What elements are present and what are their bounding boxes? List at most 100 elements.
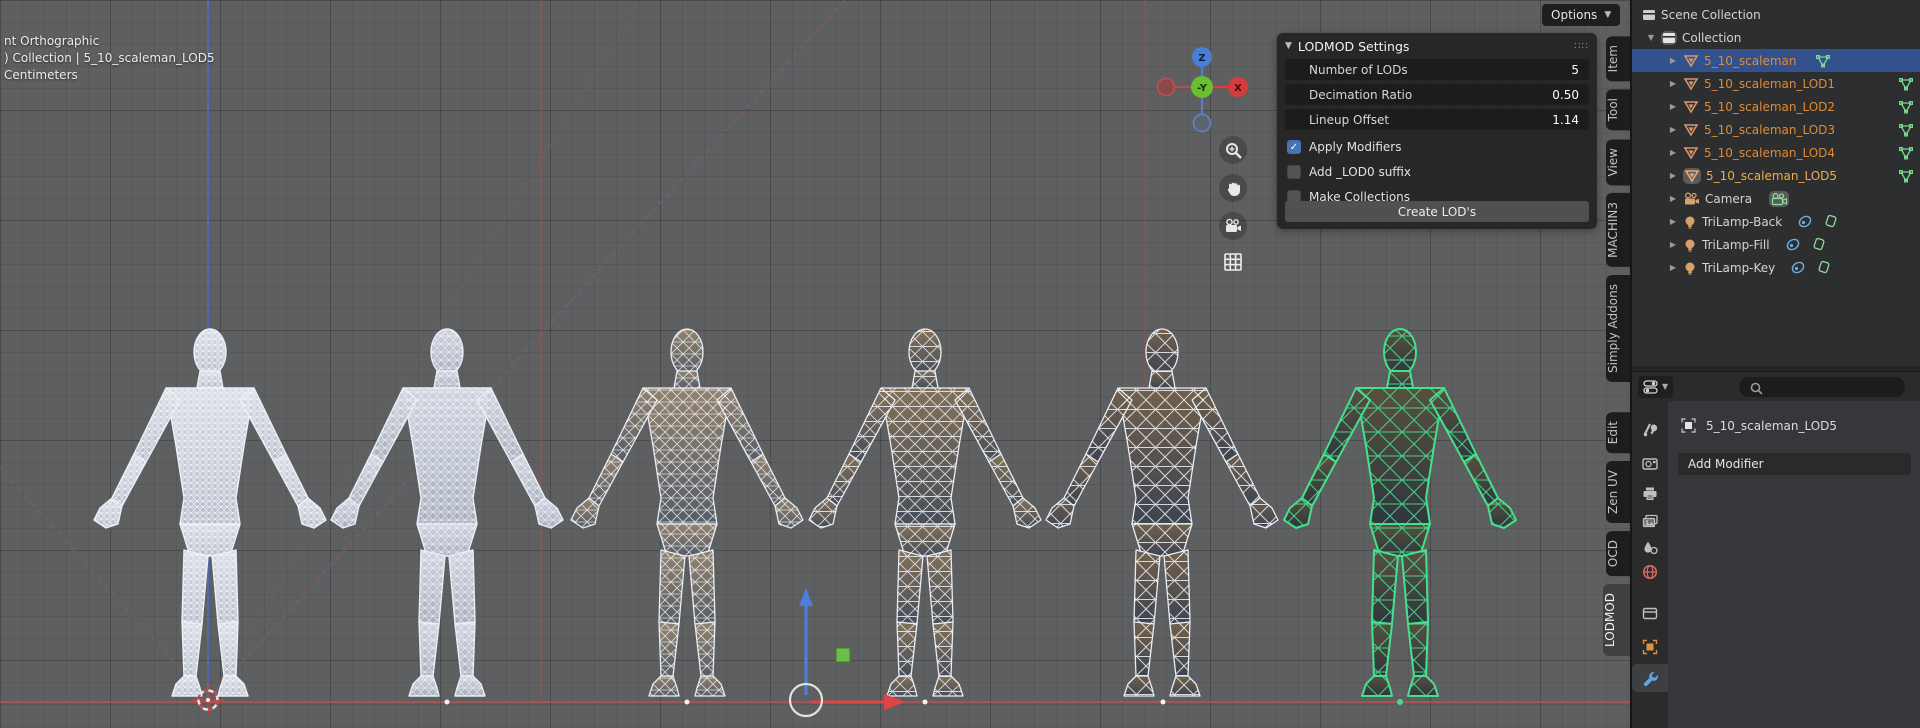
tab-machin3[interactable]: MACHIN3 — [1606, 193, 1632, 268]
svg-text:-Y: -Y — [1197, 83, 1208, 94]
add-lod0-suffix-checkbox[interactable] — [1287, 165, 1301, 179]
render-camera-icon — [1642, 458, 1658, 470]
disclosure-closed-icon[interactable]: ▶ — [1668, 102, 1678, 111]
camera-data-icon[interactable] — [1769, 190, 1790, 207]
disclosure-closed-icon[interactable]: ▶ — [1668, 194, 1678, 203]
viewport-overlay-text: nt Orthographic ) Collection | 5_10_scal… — [4, 33, 215, 84]
number-of-lods-field[interactable]: Number of LODs 5 — [1285, 59, 1589, 80]
disclosure-closed-icon[interactable]: ▶ — [1668, 217, 1678, 226]
mesh-data-icon[interactable] — [1898, 146, 1914, 160]
outliner-row-scaleman-lod3[interactable]: ▶ 5_10_scaleman_LOD3 — [1632, 118, 1920, 141]
magnifier-plus-icon — [1225, 142, 1242, 159]
mesh-data-icon[interactable] — [1898, 169, 1914, 183]
figure-lod3[interactable] — [808, 328, 1042, 697]
move-gizmo[interactable] — [788, 588, 906, 718]
navigation-gizmo[interactable]: Z X -Y — [1152, 37, 1257, 142]
add-modifier-button[interactable]: Add Modifier — [1678, 453, 1911, 475]
lineup-offset-field[interactable]: Lineup Offset 1.14 — [1285, 109, 1589, 130]
outliner[interactable]: Scene Collection ▼ Collection ▶ 5_10_sca… — [1632, 0, 1920, 366]
mesh-data-icon[interactable] — [1815, 54, 1831, 68]
wrench-icon — [1643, 671, 1658, 686]
tab-item[interactable]: Item — [1606, 36, 1632, 82]
tab-tool[interactable]: Tool — [1606, 89, 1632, 131]
object-breadcrumb[interactable]: 5_10_scaleman_LOD5 — [1680, 417, 1837, 434]
drag-grip-icon[interactable]: ∷∷ — [1574, 41, 1589, 52]
disclosure-closed-icon[interactable]: ▶ — [1668, 263, 1678, 272]
camera-view-button[interactable] — [1219, 212, 1247, 240]
3d-viewport[interactable]: nt Orthographic ) Collection | 5_10_scal… — [0, 0, 1632, 728]
tab-zen-uv[interactable]: Zen UV — [1606, 461, 1632, 524]
outliner-row-scaleman-lod1[interactable]: ▶ 5_10_scaleman_LOD1 — [1632, 72, 1920, 95]
apply-modifiers-checkbox[interactable] — [1287, 140, 1301, 154]
disclosure-closed-icon[interactable]: ▶ — [1668, 240, 1678, 249]
tab-modifier-properties[interactable] — [1632, 664, 1668, 692]
disclosure-closed-icon[interactable]: ▶ — [1668, 148, 1678, 157]
figure-lod4[interactable] — [1045, 328, 1279, 697]
disclosure-closed-icon[interactable]: ▶ — [1668, 79, 1678, 88]
world-icon — [1642, 564, 1658, 580]
outliner-row-scaleman[interactable]: ▶ 5_10_scaleman — [1632, 49, 1920, 72]
chevron-down-icon: ▼ — [1662, 382, 1669, 391]
collapse-chevron-icon[interactable]: ▼ — [1285, 41, 1292, 51]
camera-icon — [1226, 218, 1241, 232]
outliner-row-trilamp-back[interactable]: ▶ TriLamp-Back — [1632, 210, 1920, 233]
tab-simply-addons[interactable]: Simply Addons — [1606, 275, 1632, 382]
scene-icon — [1644, 541, 1658, 554]
light-data-icon[interactable] — [1790, 260, 1806, 275]
tab-view[interactable]: View — [1606, 138, 1632, 186]
outliner-row-trilamp-key[interactable]: ▶ TriLamp-Key — [1632, 256, 1920, 279]
light-data-icon[interactable] — [1785, 237, 1801, 252]
tab-scene-properties[interactable] — [1632, 533, 1668, 561]
tab-world-properties[interactable] — [1632, 558, 1668, 586]
light-object-icon — [1683, 238, 1697, 252]
outliner-row-scene-collection[interactable]: Scene Collection — [1632, 3, 1920, 26]
decimation-ratio-field[interactable]: Decimation Ratio 0.50 — [1285, 84, 1589, 105]
disclosure-open-icon[interactable]: ▼ — [1646, 33, 1656, 42]
mesh-data-icon[interactable] — [1898, 77, 1914, 91]
light-object-icon — [1683, 215, 1697, 229]
mesh-data-icon[interactable] — [1898, 123, 1914, 137]
tab-output-properties[interactable] — [1632, 479, 1668, 507]
neg-x-axis-ball[interactable] — [1156, 77, 1176, 97]
light-linking-icon[interactable] — [1817, 260, 1831, 275]
disclosure-closed-icon[interactable]: ▶ — [1668, 171, 1678, 180]
tab-view-layer-properties[interactable] — [1632, 507, 1668, 535]
svg-text:Z: Z — [1198, 53, 1205, 64]
light-data-icon[interactable] — [1797, 214, 1813, 229]
light-linking-icon[interactable] — [1824, 214, 1838, 229]
outliner-row-scaleman-lod5[interactable]: ▶ 5_10_scaleman_LOD5 — [1632, 164, 1920, 187]
tab-object-properties[interactable] — [1632, 633, 1668, 661]
figure-lod0[interactable] — [93, 328, 327, 697]
tool-icon — [1643, 423, 1658, 437]
tab-render-properties[interactable] — [1632, 449, 1668, 477]
grid-icon — [1224, 253, 1242, 271]
tab-lodmod[interactable]: LODMOD — [1603, 584, 1632, 657]
light-linking-icon[interactable] — [1812, 237, 1826, 252]
outliner-row-camera[interactable]: ▶ Camera — [1632, 187, 1920, 210]
tab-edit[interactable]: Edit — [1606, 411, 1632, 454]
figure-lod1[interactable] — [330, 328, 564, 697]
tab-collection-properties[interactable] — [1632, 599, 1668, 627]
figure-lod5-selected[interactable] — [1283, 328, 1517, 697]
pan-button[interactable] — [1219, 174, 1247, 202]
options-button[interactable]: Options ▼ — [1542, 4, 1621, 26]
outliner-row-trilamp-fill[interactable]: ▶ TriLamp-Fill — [1632, 233, 1920, 256]
grid-toggle-button[interactable] — [1219, 248, 1247, 276]
mesh-data-icon[interactable] — [1898, 100, 1914, 114]
tab-tool-properties[interactable] — [1632, 415, 1668, 443]
disclosure-closed-icon[interactable]: ▶ — [1668, 125, 1678, 134]
disclosure-closed-icon[interactable]: ▶ — [1668, 56, 1678, 65]
outliner-row-scaleman-lod4[interactable]: ▶ 5_10_scaleman_LOD4 — [1632, 141, 1920, 164]
properties-search-input[interactable] — [1739, 376, 1906, 397]
editor-type-button[interactable]: ▼ — [1638, 375, 1674, 398]
outliner-row-collection[interactable]: ▼ Collection — [1632, 26, 1920, 49]
tab-ocd[interactable]: OCD — [1606, 531, 1632, 577]
zoom-button[interactable] — [1219, 136, 1247, 164]
create-lods-button[interactable]: Create LOD's — [1285, 201, 1589, 222]
figure-lod2[interactable] — [570, 328, 804, 697]
units-text: Centimeters — [4, 68, 78, 82]
modifier-panel-body: 5_10_scaleman_LOD5 Add Modifier — [1668, 401, 1920, 728]
panel-title: LODMOD Settings — [1297, 38, 1410, 54]
outliner-row-scaleman-lod2[interactable]: ▶ 5_10_scaleman_LOD2 — [1632, 95, 1920, 118]
neg-z-axis-ball[interactable] — [1192, 113, 1212, 133]
